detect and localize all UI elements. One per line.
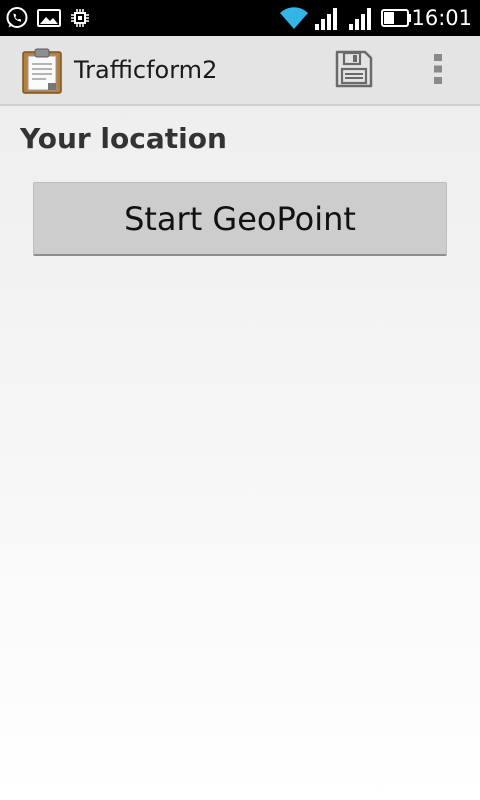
action-bar: Trafficform2: [0, 36, 480, 106]
screen: 16:01 Trafficform2 Your location Start G…: [0, 0, 480, 800]
status-bar: 16:01: [0, 0, 480, 36]
overflow-menu-icon: [433, 53, 443, 89]
gallery-icon: [36, 0, 62, 36]
whatsapp-icon: [4, 0, 30, 36]
save-icon: [335, 50, 373, 92]
clipboard-icon: [20, 47, 66, 95]
overflow-menu-button[interactable]: [418, 46, 458, 96]
app-title: Trafficform2: [74, 56, 218, 84]
battery-icon: [380, 0, 414, 36]
start-geopoint-button[interactable]: Start GeoPoint: [33, 182, 447, 256]
signal-2-icon: [346, 0, 376, 36]
question-label: Your location: [20, 122, 227, 155]
wifi-icon: [278, 0, 310, 36]
signal-1-icon: [312, 0, 342, 36]
chip-icon: [68, 0, 92, 36]
status-time: 16:01: [411, 6, 472, 30]
save-button[interactable]: [326, 46, 382, 96]
